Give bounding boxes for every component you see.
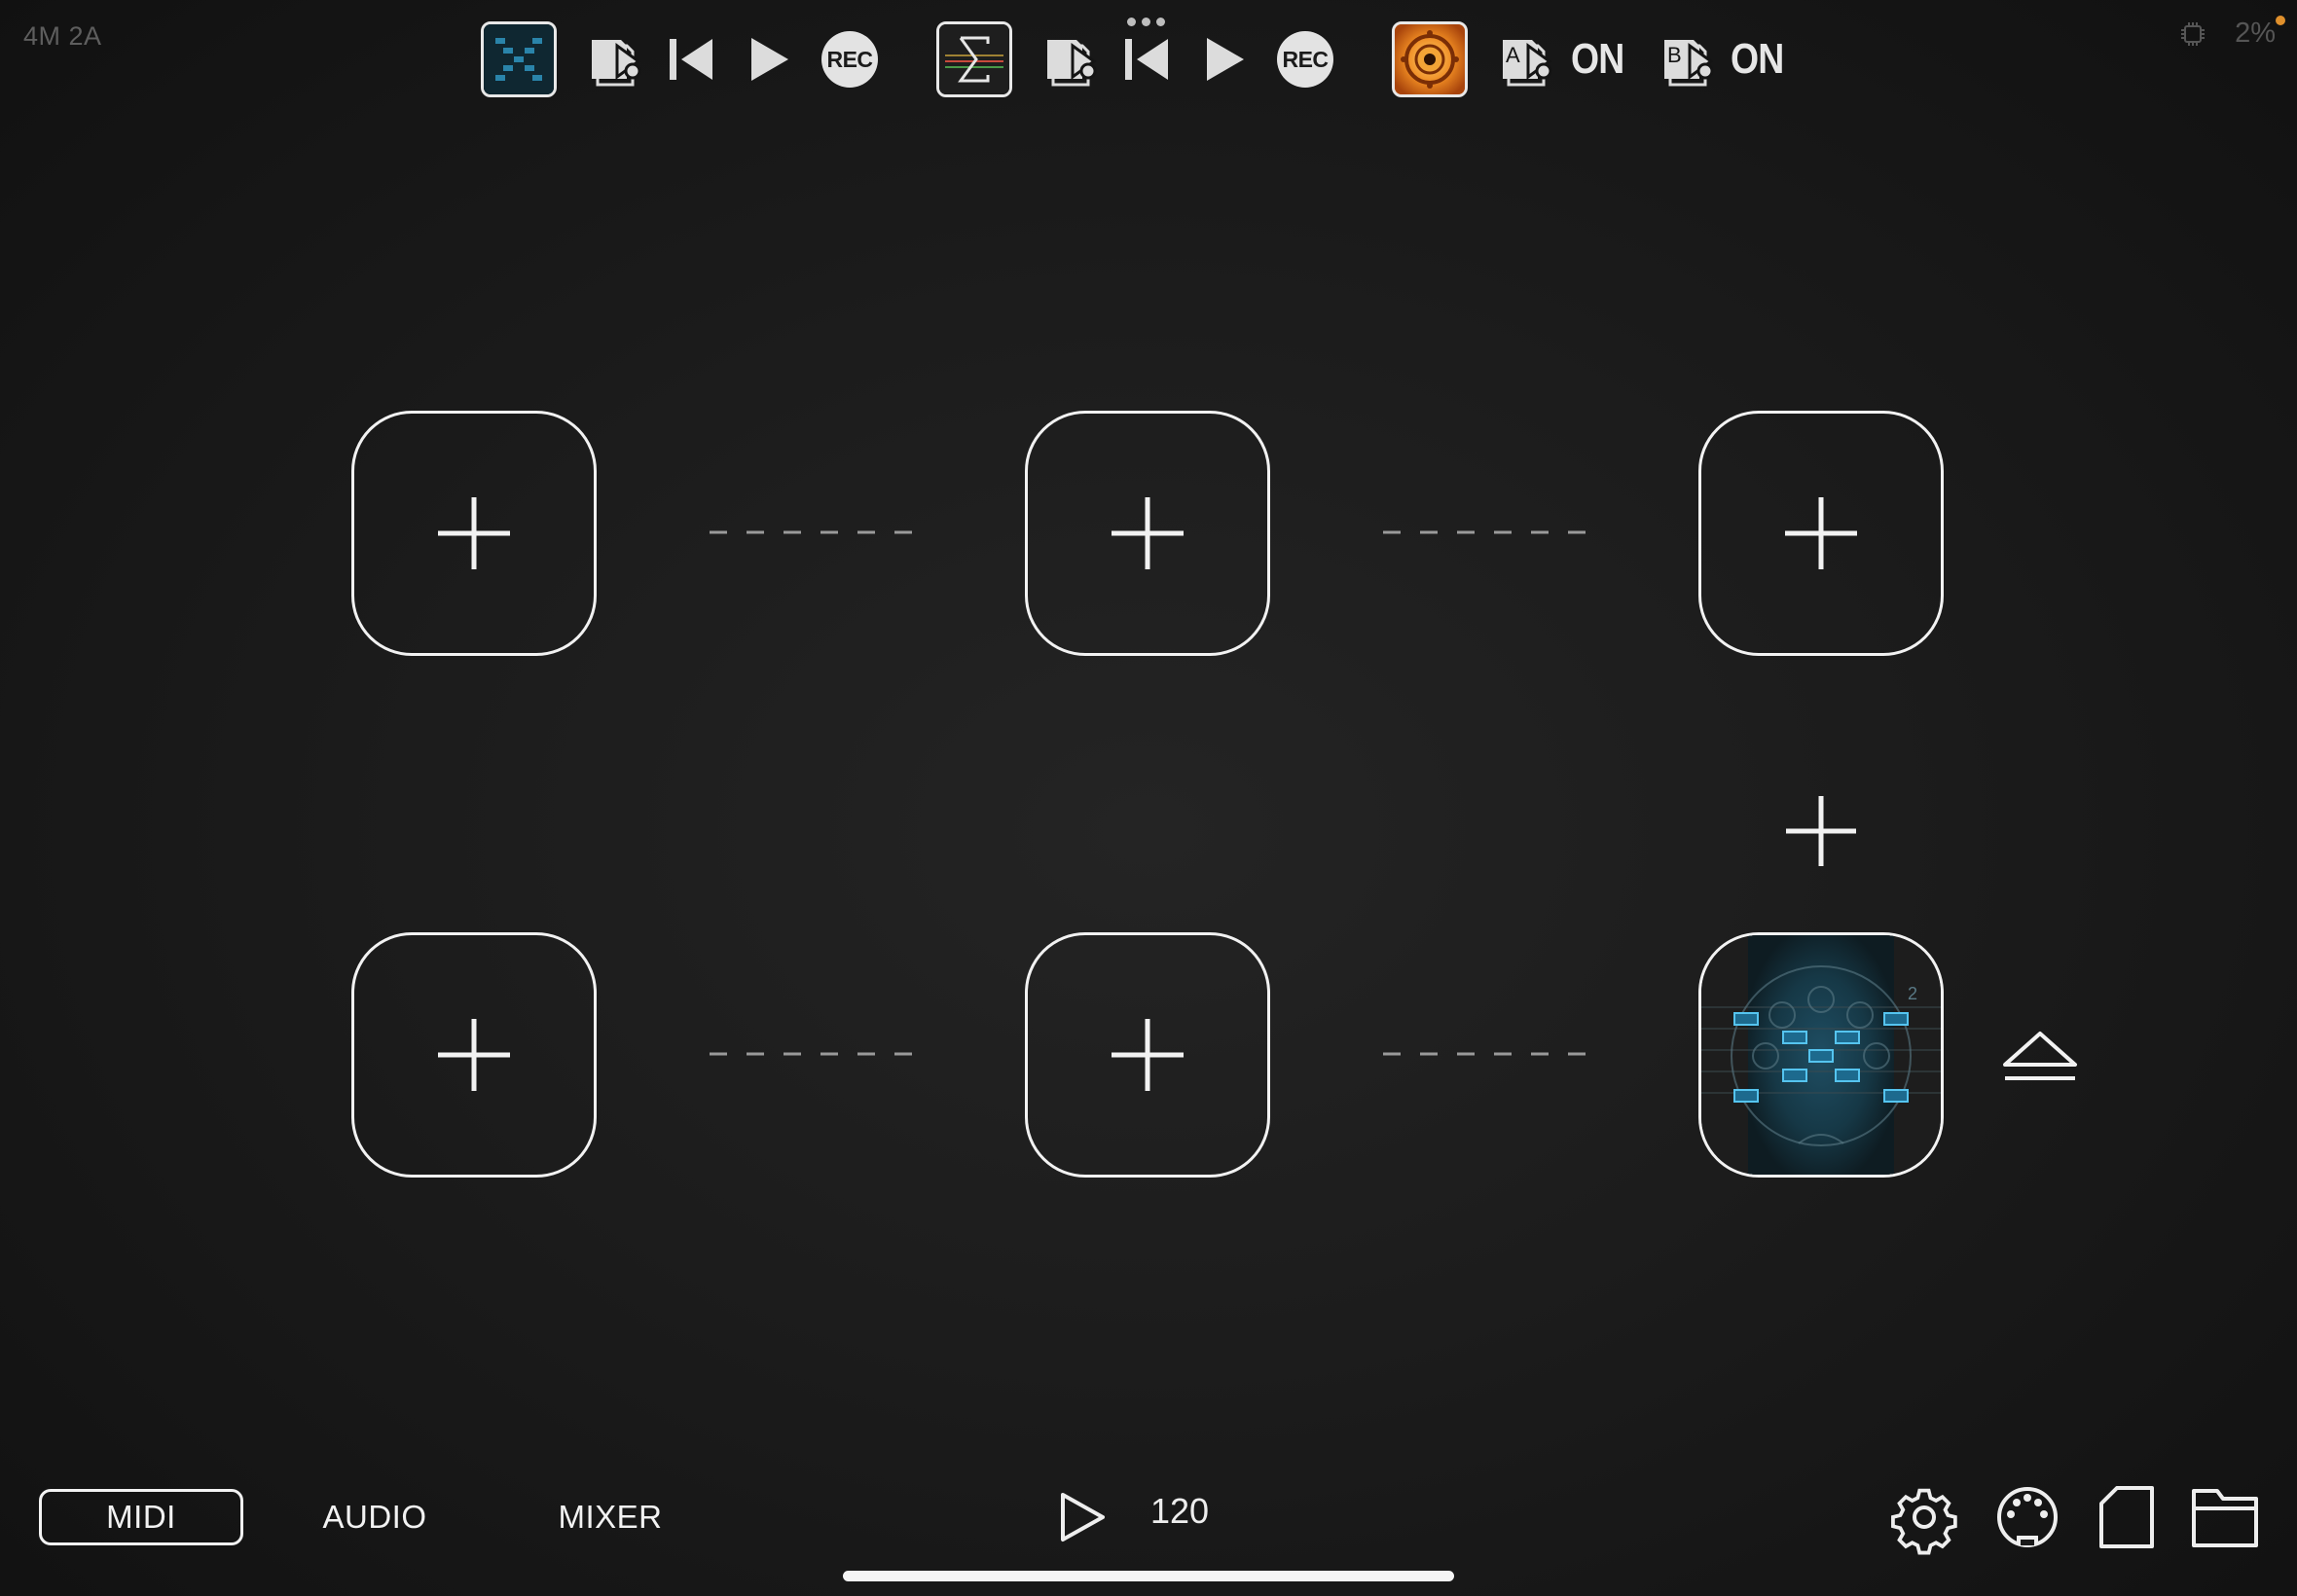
rewind-icon[interactable] <box>664 18 720 101</box>
slot-r1-c2[interactable] <box>1025 411 1270 656</box>
rewind-icon[interactable] <box>1119 18 1176 101</box>
plugin-thumb-1[interactable] <box>479 18 559 101</box>
plugin-thumb-3[interactable] <box>1390 18 1470 101</box>
plus-icon <box>1786 796 1856 866</box>
ports-label: 4M 2A <box>23 21 102 51</box>
rec-button[interactable]: REC <box>820 18 880 101</box>
plus-icon <box>1112 1019 1184 1091</box>
notification-dot <box>2276 16 2285 25</box>
clip-b-icon[interactable]: B <box>1659 18 1721 101</box>
plugin-toolbar: REC REC A ON B ON <box>479 18 1803 101</box>
folder-button[interactable] <box>2188 1483 2262 1551</box>
tab-audio[interactable]: AUDIO <box>302 1489 448 1545</box>
eject-icon[interactable] <box>2001 1030 2083 1084</box>
orange-dial-plugin-thumb <box>1395 24 1465 94</box>
play-icon[interactable] <box>1197 18 1252 101</box>
midi-port-button[interactable] <box>1993 1483 2061 1551</box>
tab-midi[interactable]: MIDI <box>39 1489 243 1545</box>
sigma-plugin-thumb <box>939 24 1009 94</box>
tab-mixer[interactable]: MIXER <box>541 1489 679 1545</box>
folder-icon <box>2192 1489 2258 1547</box>
midi-port-icon <box>1997 1487 2058 1547</box>
plus-icon <box>438 497 510 569</box>
play-outline-icon <box>1061 1493 1105 1542</box>
connector-r1-2 <box>1383 530 1591 534</box>
cpu-percent: 2% <box>2235 18 2276 49</box>
slot-r1-c1[interactable] <box>351 411 597 656</box>
play-icon[interactable] <box>742 18 796 101</box>
connector-r1-1 <box>710 530 918 534</box>
svg-text:A: A <box>1506 43 1520 67</box>
clip-icon[interactable] <box>1041 18 1104 101</box>
slot-r1-c3[interactable] <box>1698 411 1944 656</box>
connector-r2-2 <box>1383 1052 1591 1056</box>
transport-play-button[interactable] <box>1055 1489 1110 1545</box>
midi-plugin-thumb: 2 <box>1701 935 1941 1175</box>
plus-icon <box>438 1019 510 1091</box>
clip-a-icon[interactable]: A <box>1497 18 1559 101</box>
connector-r2-1 <box>710 1052 918 1056</box>
gear-icon <box>1891 1488 1957 1555</box>
clip-icon[interactable] <box>586 18 648 101</box>
tempo-display[interactable]: 120 <box>1150 1491 1209 1532</box>
svg-text:2: 2 <box>1908 984 1917 1003</box>
rec-button[interactable]: REC <box>1275 18 1335 101</box>
home-indicator[interactable] <box>843 1571 1454 1581</box>
file-icon <box>2099 1486 2154 1548</box>
midi-grid-plugin-thumb <box>484 24 554 94</box>
add-slot-button[interactable] <box>1780 790 1862 872</box>
plus-icon <box>1785 497 1857 569</box>
cpu-status: 2% <box>2180 18 2276 50</box>
file-button[interactable] <box>2093 1483 2161 1551</box>
settings-button[interactable] <box>1890 1483 1958 1555</box>
slot-r2-c2[interactable] <box>1025 932 1270 1178</box>
more-dots-icon[interactable] <box>1127 18 1165 26</box>
svg-text:B: B <box>1667 43 1682 67</box>
plugin-thumb-2[interactable] <box>934 18 1014 101</box>
chip-icon <box>2180 21 2206 47</box>
plus-icon <box>1112 497 1184 569</box>
clip-b-state[interactable]: ON <box>1731 18 1808 101</box>
slot-r2-c3[interactable]: 2 <box>1698 932 1944 1178</box>
slot-r2-c1[interactable] <box>351 932 597 1178</box>
clip-a-state[interactable]: ON <box>1571 18 1649 101</box>
